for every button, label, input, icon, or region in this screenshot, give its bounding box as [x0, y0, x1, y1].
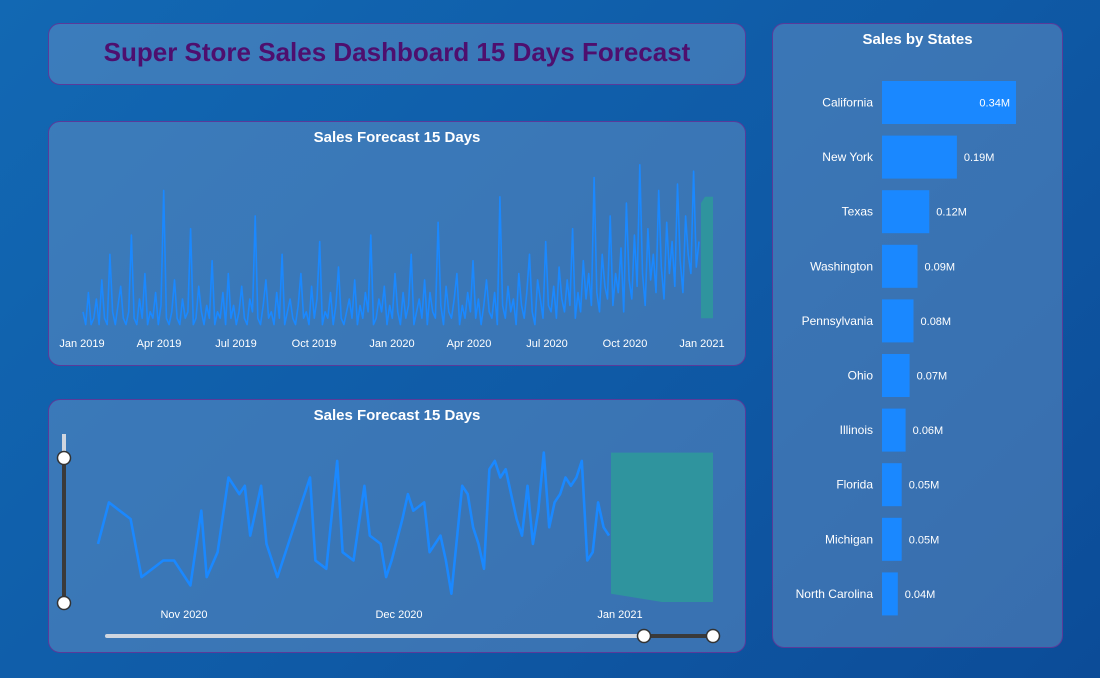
x-tick-label: Jan 2020 — [369, 338, 414, 350]
state-bar[interactable] — [882, 299, 914, 343]
state-bar-value-label: 0.34M — [979, 98, 1010, 110]
forecast-chart-zoom-card: Sales Forecast 15 Days Nov 2020 Dec 2020 J… — [48, 399, 746, 653]
state-bar[interactable] — [882, 244, 918, 288]
dashboard-title: Super Store Sales Dashboard 15 Days Fore… — [103, 37, 691, 67]
forecast-chart-full-series-line[interactable] — [82, 164, 700, 326]
state-bar-value-label: 0.19M — [964, 152, 995, 164]
state-bar-value-label: 0.08M — [921, 316, 952, 328]
state-label: Illinois — [840, 423, 873, 437]
state-bar[interactable] — [882, 190, 930, 234]
forecast-chart-zoom-series-line[interactable] — [96, 451, 611, 595]
state-label: Washington — [810, 259, 873, 273]
state-bar[interactable] — [882, 572, 898, 616]
x-tick-label: Jan 2019 — [59, 338, 104, 350]
x-tick-label: Jul 2019 — [215, 338, 257, 350]
state-bar-value-label: 0.09M — [924, 261, 955, 273]
state-label: Pennsylvania — [802, 314, 874, 328]
horizontal-zoom-slider[interactable] — [105, 628, 721, 644]
x-tick-label: Oct 2020 — [603, 338, 648, 350]
state-label: Ohio — [848, 369, 874, 383]
x-tick-label: Jan 2021 — [597, 609, 642, 621]
horizontal-slider-handle-start[interactable] — [636, 628, 652, 644]
state-bar[interactable] — [882, 463, 902, 507]
state-label: North Carolina — [796, 587, 874, 601]
state-bar[interactable] — [882, 354, 910, 397]
x-tick-label: Jan 2021 — [679, 338, 724, 350]
vertical-slider-handle-bottom[interactable] — [56, 595, 72, 611]
x-tick-label: Jul 2020 — [526, 338, 568, 350]
state-label: California — [822, 96, 873, 110]
vertical-slider-handle-top[interactable] — [56, 450, 72, 466]
x-tick-label: Nov 2020 — [160, 609, 207, 621]
state-label: Michigan — [825, 532, 873, 546]
forecast-band — [611, 452, 713, 602]
state-bar-value-label: 0.05M — [909, 480, 940, 492]
state-bar[interactable] — [882, 135, 957, 179]
state-label: Texas — [842, 205, 873, 219]
horizontal-slider-handle-end[interactable] — [705, 628, 721, 644]
state-bar[interactable] — [882, 408, 906, 452]
x-tick-label: Apr 2020 — [447, 338, 492, 350]
x-tick-label: Oct 2019 — [292, 338, 337, 350]
state-label: Florida — [836, 478, 873, 492]
x-tick-label: Dec 2020 — [375, 609, 422, 621]
forecast-chart-full-card: Sales Forecast 15 Days Jan 2019 Apr 2019 J… — [48, 121, 746, 366]
sales-by-states-chart[interactable]: California 0.34M New York 0.19M Texas 0.12M Wa… — [773, 24, 1062, 647]
sales-by-states-card: Sales by States California 0.34M New York 0… — [772, 23, 1063, 648]
state-bar[interactable] — [882, 517, 902, 561]
state-bar-value-label: 0.04M — [905, 589, 936, 601]
state-bar-value-label: 0.06M — [913, 425, 944, 437]
forecast-chart-full[interactable]: Jan 2019 Apr 2019 Jul 2019 Oct 2019 Jan 2020… — [49, 122, 745, 365]
state-label: New York — [822, 150, 874, 164]
x-tick-label: Apr 2019 — [137, 338, 182, 350]
state-bar-value-label: 0.05M — [909, 534, 940, 546]
state-bar-value-label: 0.12M — [936, 207, 967, 219]
title-card: Super Store Sales Dashboard 15 Days Fore… — [48, 23, 746, 85]
forecast-chart-zoom[interactable]: Nov 2020 Dec 2020 Jan 2021 — [49, 400, 745, 652]
state-bar-value-label: 0.07M — [917, 371, 948, 383]
forecast-band — [701, 196, 713, 319]
vertical-zoom-slider[interactable] — [56, 434, 72, 611]
